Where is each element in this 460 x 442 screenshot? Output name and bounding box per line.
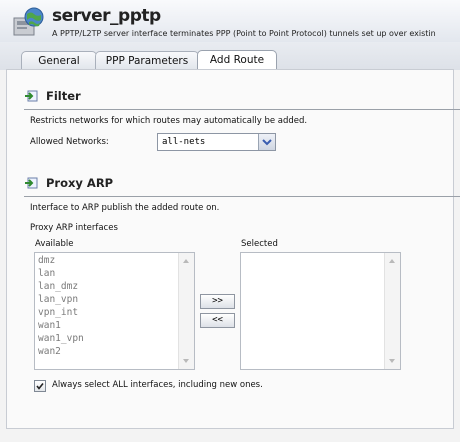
tab-add-route[interactable]: Add Route	[197, 50, 277, 70]
filter-section-title: Filter	[46, 89, 81, 103]
available-interfaces-list[interactable]: dmz lan lan_dmz lan_vpn vpn_int wan1 wan…	[34, 252, 195, 370]
allowed-networks-value: all-nets	[162, 137, 206, 147]
scroll-up-icon[interactable]	[389, 259, 395, 263]
list-item[interactable]: lan_dmz	[38, 281, 78, 292]
always-select-all-checkbox[interactable]	[34, 380, 46, 392]
selected-interfaces-list[interactable]	[240, 252, 401, 370]
divider	[24, 109, 460, 110]
scroll-up-icon[interactable]	[183, 259, 189, 263]
page-header: server_pptp A PPTP/L2TP server interface…	[0, 0, 460, 43]
allowed-networks-select[interactable]: all-nets	[157, 133, 276, 151]
tab-ppp-parameters[interactable]: PPP Parameters	[95, 51, 199, 69]
list-item[interactable]: wan1_vpn	[38, 333, 84, 344]
tab-general[interactable]: General	[21, 51, 97, 69]
filter-description: Restricts networks for which routes may …	[30, 116, 308, 126]
globe-interface-icon	[13, 7, 44, 36]
chevron-down-icon	[262, 139, 272, 146]
arrow-into-box-icon	[25, 90, 38, 102]
selected-list-scrollbar[interactable]	[384, 253, 400, 369]
list-item[interactable]: wan2	[38, 346, 61, 357]
list-item[interactable]: wan1	[38, 320, 61, 331]
add-interface-button[interactable]: >>	[200, 294, 235, 309]
proxy-arp-description: Interface to ARP publish the added route…	[30, 203, 220, 213]
list-item[interactable]: lan	[38, 268, 55, 279]
checkmark-icon	[36, 383, 44, 390]
remove-interface-button[interactable]: <<	[200, 313, 235, 328]
scroll-down-icon[interactable]	[389, 359, 395, 363]
dropdown-button[interactable]	[258, 134, 275, 150]
proxy-arp-section-title: Proxy ARP	[46, 176, 114, 190]
divider	[24, 196, 460, 197]
list-item[interactable]: vpn_int	[38, 307, 78, 318]
allowed-networks-label: Allowed Networks:	[30, 137, 109, 147]
list-item[interactable]: dmz	[38, 255, 55, 266]
proxy-arp-interfaces-label: Proxy ARP interfaces	[30, 223, 118, 233]
available-list-scrollbar[interactable]	[178, 253, 194, 369]
page-subtitle: A PPTP/L2TP server interface terminates …	[52, 29, 436, 38]
selected-label: Selected	[241, 239, 278, 249]
always-select-all-label: Always select ALL interfaces, including …	[52, 380, 263, 390]
arrow-into-box-icon	[25, 177, 38, 189]
scroll-down-icon[interactable]	[183, 359, 189, 363]
available-label: Available	[35, 239, 74, 249]
list-item[interactable]: lan_vpn	[38, 294, 78, 305]
page-title: server_pptp	[52, 6, 161, 26]
